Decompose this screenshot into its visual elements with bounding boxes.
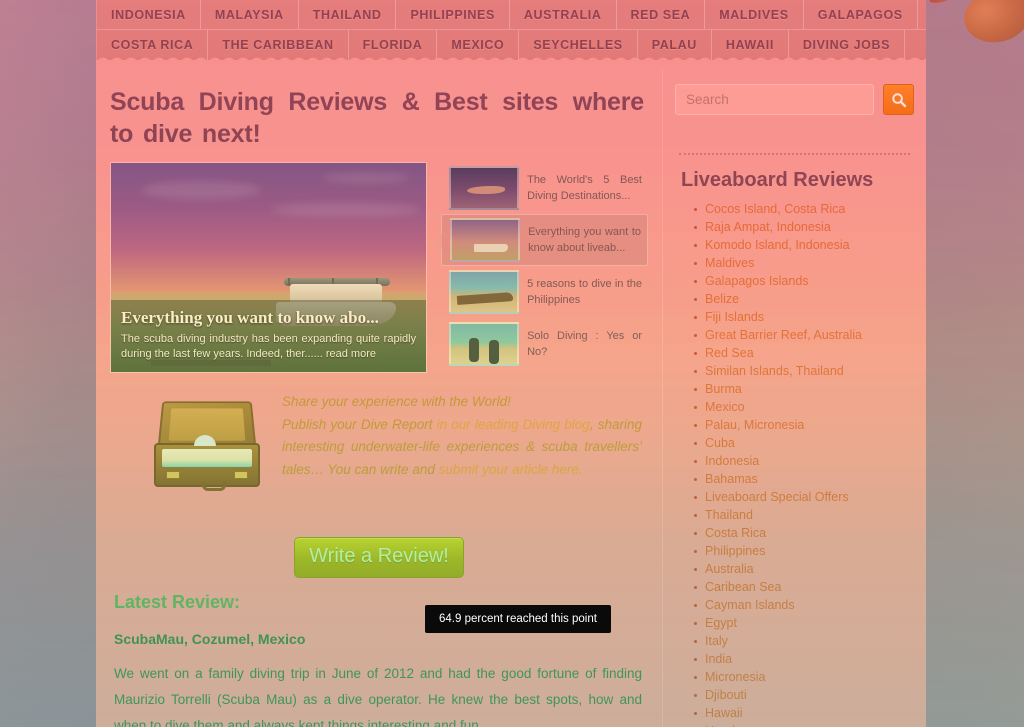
liveaboard-list-item[interactable]: Egypt (694, 616, 914, 631)
liveaboard-list-item[interactable]: Belize (694, 292, 914, 307)
liveaboard-list-item[interactable]: Cuba (694, 436, 914, 451)
slider-main-image[interactable]: Everything you want to know abo... The s… (110, 162, 428, 373)
liveaboard-list-item[interactable]: Red Sea (694, 346, 914, 361)
nav-item-maldives[interactable]: MALDIVES (705, 0, 804, 29)
shark-thumbnail (449, 166, 520, 210)
sidebar-divider (679, 153, 910, 155)
liveaboard-list-item[interactable]: Cocos Island, Costa Rica (694, 202, 914, 217)
nav-item-galapagos[interactable]: GALAPAGOS (804, 0, 918, 29)
nav-item-philippines[interactable]: PHILIPPINES (396, 0, 510, 29)
nav-item-indonesia[interactable]: INDONESIA (96, 0, 201, 29)
suitcase-latch (166, 471, 180, 479)
nav-item-red-sea[interactable]: RED SEA (617, 0, 706, 29)
liveaboard-list-item[interactable]: Liveaboard Special Offers (694, 490, 914, 505)
cloud (321, 173, 411, 183)
liveaboard-list-item[interactable]: Indonesia (694, 454, 914, 469)
liveaboard-list-item[interactable]: Philippines (694, 544, 914, 559)
liveaboard-list-item[interactable]: Raja Ampat, Indonesia (694, 220, 914, 235)
liveaboard-list-item[interactable]: Fiji Islands (694, 310, 914, 325)
search-icon (891, 92, 906, 107)
liveaboard-list-item[interactable]: Galapagos Islands (694, 274, 914, 289)
liveaboard-list-item[interactable]: Italy (694, 634, 914, 649)
slider-thumbnail-label: 5 reasons to dive in the Philippines (527, 278, 642, 306)
featured-slider: Everything you want to know abo... The s… (110, 162, 648, 373)
slider-thumbnail-item[interactable]: 5 reasons to dive in the Philippines (441, 266, 648, 318)
liveaboard-list-item[interactable]: India (694, 652, 914, 667)
search-input[interactable] (675, 84, 874, 115)
cloud (271, 203, 421, 217)
search-row (675, 70, 914, 127)
slider-thumbnail-label: Everything you want to know about liveab… (528, 226, 641, 254)
liveaboard-list-item[interactable]: Micronesia (694, 670, 914, 685)
main-navigation: INDONESIA MALAYSIA THAILAND PHILIPPINES AUST… (96, 0, 926, 60)
divers-thumbnail (449, 322, 520, 366)
content-frame: INDONESIA MALAYSIA THAILAND PHILIPPINES AUST… (96, 0, 926, 727)
cloud (141, 181, 261, 199)
slider-thumbnail-item[interactable]: Solo Diving : Yes or No? (441, 318, 648, 370)
slider-thumbnail-item[interactable]: Everything you want to know about liveab… (433, 214, 648, 266)
slider-thumbnail-label: The World's 5 Best Diving Destinations..… (527, 174, 642, 202)
suitcase-icon (152, 395, 264, 493)
liveaboard-list-item[interactable]: Great Barrier Reef, Australia (694, 328, 914, 343)
liveaboard-list-item[interactable]: Maldives (694, 256, 914, 271)
slider-caption-text: The scuba diving industry has been expan… (121, 333, 417, 360)
liveaboard-list-item[interactable]: Hawaii (694, 706, 914, 721)
liveaboard-thumbnail (450, 218, 521, 262)
sidebar: Liveaboard Reviews Cocos Island, Costa R… (662, 70, 926, 727)
submit-article-link[interactable]: submit your article here. (439, 462, 583, 477)
liveaboard-list-item[interactable]: Bahamas (694, 472, 914, 487)
liveaboard-list-item[interactable]: Cayman Islands (694, 598, 914, 613)
suitcase-handle (202, 482, 226, 491)
slider-caption: Everything you want to know abo... The s… (111, 300, 427, 372)
progress-tooltip: 64.9 percent reached this point (425, 605, 611, 633)
liveaboard-list-item[interactable]: Australia (694, 562, 914, 577)
nav-row-1: INDONESIA MALAYSIA THAILAND PHILIPPINES AUST… (96, 0, 926, 30)
liveaboard-list-item[interactable]: Similan Islands, Thailand (694, 364, 914, 379)
nav-wave-divider (96, 55, 926, 70)
suitcase-latch (234, 471, 248, 479)
background-streaks (0, 0, 110, 727)
search-button[interactable] (883, 84, 914, 115)
nav-item-thailand[interactable]: THAILAND (299, 0, 397, 29)
longtail-boat-thumbnail (449, 270, 520, 314)
liveaboard-list-item[interactable]: Thailand (694, 508, 914, 523)
review-button-wrap: Write a Review! (110, 537, 648, 578)
sidebar-title: Liveaboard Reviews (681, 169, 874, 191)
slider-thumbnail-label: Solo Diving : Yes or No? (527, 330, 642, 358)
nav-item-malaysia[interactable]: MALAYSIA (201, 0, 299, 29)
liveaboard-list-item[interactable]: Mexico (694, 400, 914, 415)
suitcase-base (154, 443, 260, 491)
suitcase-beach-scene (162, 449, 252, 467)
page-title: Scuba Diving Reviews & Best sites where … (110, 88, 644, 148)
liveaboard-list-item[interactable]: Caribean Sea (694, 580, 914, 595)
liveaboard-reviews-list: Cocos Island, Costa Rica Raja Ampat, Indo… (675, 202, 914, 727)
liveaboard-list-item[interactable]: Costa Rica (694, 526, 914, 541)
latest-review-place: ScubaMau, Cozumel, Mexico (114, 631, 306, 647)
share-experience-block: Share your experience with the World! Pu… (110, 387, 648, 493)
slider-thumbnail-item[interactable]: The World's 5 Best Diving Destinations..… (441, 162, 648, 214)
latest-review-body: We went on a family diving trip in June … (114, 666, 642, 727)
liveaboard-list-item[interactable]: Djibouti (694, 688, 914, 703)
share-experience-text: Share your experience with the World! Pu… (282, 387, 642, 481)
liveaboard-list-item[interactable]: Burma (694, 382, 914, 397)
nav-item-australia[interactable]: AUSTRALIA (510, 0, 617, 29)
diving-blog-link[interactable]: in our leading Diving blog (437, 417, 590, 432)
slider-thumbnail-list: The World's 5 Best Diving Destinations..… (433, 162, 648, 373)
slider-caption-title: Everything you want to know abo... (121, 308, 379, 327)
write-a-review-button[interactable]: Write a Review! (294, 537, 464, 578)
share-line-1: Share your experience with the World! (282, 394, 511, 409)
liveaboard-list-item[interactable]: Komodo Island, Indonesia (694, 238, 914, 253)
share-line-2-a: Publish your Dive Report (282, 416, 437, 432)
liveaboard-list-item[interactable]: Palau, Micronesia (694, 418, 914, 433)
